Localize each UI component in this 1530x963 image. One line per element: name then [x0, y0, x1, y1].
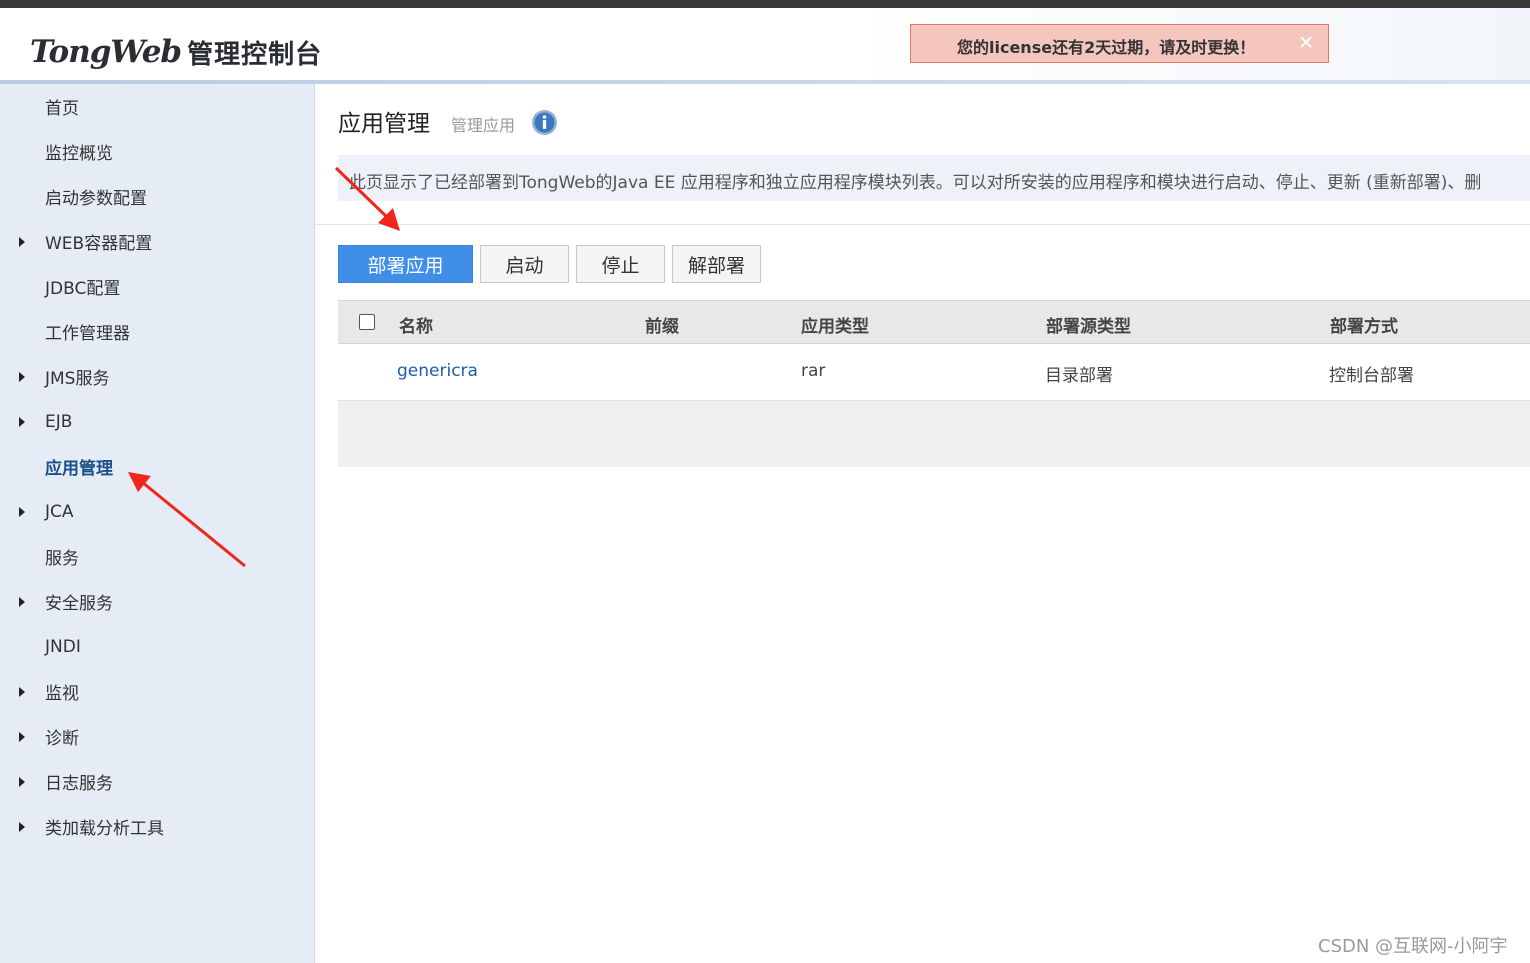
watermark: CSDN @互联网-小阿宇 [1318, 936, 1508, 957]
annotation-arrows [128, 166, 400, 568]
arrow-to-app-management [128, 472, 246, 568]
arrow-to-deploy-button [334, 166, 400, 231]
